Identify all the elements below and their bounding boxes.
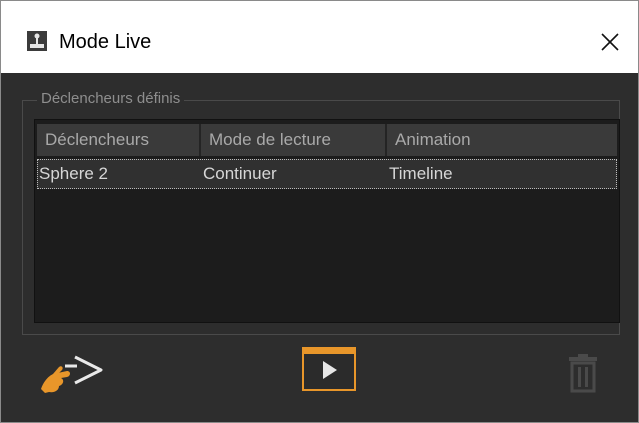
delete-trigger-button[interactable] <box>565 353 601 393</box>
table-row[interactable]: Sphere 2 Continuer Timeline <box>37 159 617 189</box>
cell-playback-mode: Continuer <box>203 164 277 183</box>
triggers-list[interactable]: Déclencheurs Mode de lecture Animation S… <box>34 119 620 323</box>
play-button[interactable] <box>302 347 356 391</box>
close-icon <box>601 33 619 51</box>
column-header-triggers[interactable]: Déclencheurs <box>37 124 201 156</box>
mode-live-dialog: Mode Live Déclencheurs définis Déclenche… <box>0 0 639 423</box>
column-header-playback-mode[interactable]: Mode de lecture <box>201 124 387 156</box>
cell-trigger: Sphere 2 <box>39 164 108 183</box>
add-trigger-button[interactable] <box>37 345 109 397</box>
window-title: Mode Live <box>59 31 152 53</box>
trash-icon <box>569 354 597 393</box>
close-button[interactable] <box>593 25 627 59</box>
column-header-animation[interactable]: Animation <box>387 124 617 156</box>
title-bar: Mode Live <box>1 1 638 73</box>
cell-animation: Timeline <box>389 164 453 183</box>
triggers-group-label: Déclencheurs définis <box>37 89 185 109</box>
list-header: Déclencheurs Mode de lecture Animation <box>37 124 617 156</box>
joystick-icon <box>27 31 47 51</box>
hand-pointer-icon <box>41 355 103 393</box>
play-icon <box>302 347 356 391</box>
